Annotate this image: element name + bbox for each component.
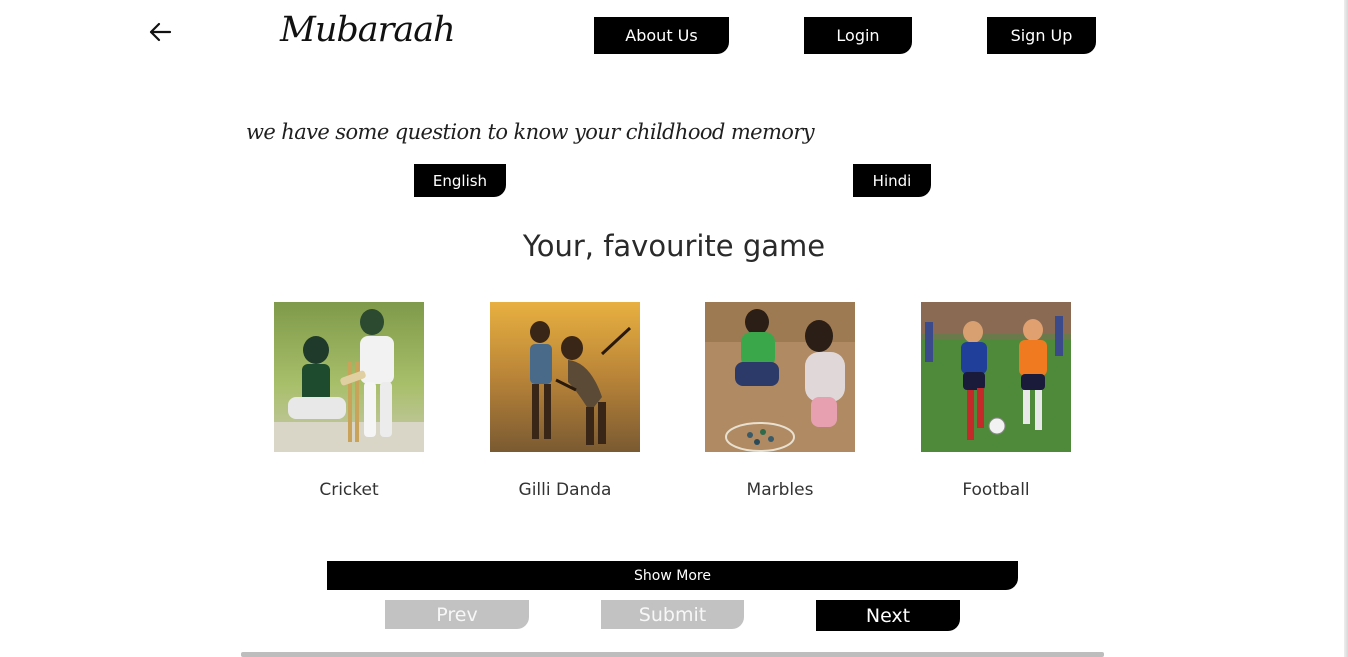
option-label: Gilli Danda xyxy=(518,480,612,500)
option-gilli-danda[interactable]: Gilli Danda xyxy=(490,302,640,500)
hindi-language-button[interactable]: Hindi xyxy=(853,164,931,197)
football-image xyxy=(921,302,1071,452)
cricket-image xyxy=(274,302,424,452)
progress-track xyxy=(241,652,1104,657)
option-label: Cricket xyxy=(319,480,379,500)
prev-button[interactable]: Prev xyxy=(385,600,529,629)
marbles-image xyxy=(705,302,855,452)
show-more-button[interactable]: Show More xyxy=(327,561,1018,590)
option-football[interactable]: Football xyxy=(921,302,1071,500)
option-cricket[interactable]: Cricket xyxy=(274,302,424,500)
english-language-button[interactable]: English xyxy=(414,164,506,197)
about-us-button[interactable]: About Us xyxy=(594,17,729,54)
intro-text: we have some question to know your child… xyxy=(246,120,815,144)
page-scrollbar[interactable] xyxy=(1344,0,1348,657)
submit-button[interactable]: Submit xyxy=(601,600,744,629)
login-button[interactable]: Login xyxy=(804,17,912,54)
option-marbles[interactable]: Marbles xyxy=(705,302,855,500)
back-arrow-icon[interactable] xyxy=(146,18,174,46)
question-title: Your, favourite game xyxy=(522,229,826,263)
option-label: Marbles xyxy=(746,480,814,500)
next-button[interactable]: Next xyxy=(816,600,960,631)
option-label: Football xyxy=(962,480,1030,500)
gilli-danda-image xyxy=(490,302,640,452)
sign-up-button[interactable]: Sign Up xyxy=(987,17,1096,54)
brand-logo-text[interactable]: Mubaraah xyxy=(280,10,456,50)
